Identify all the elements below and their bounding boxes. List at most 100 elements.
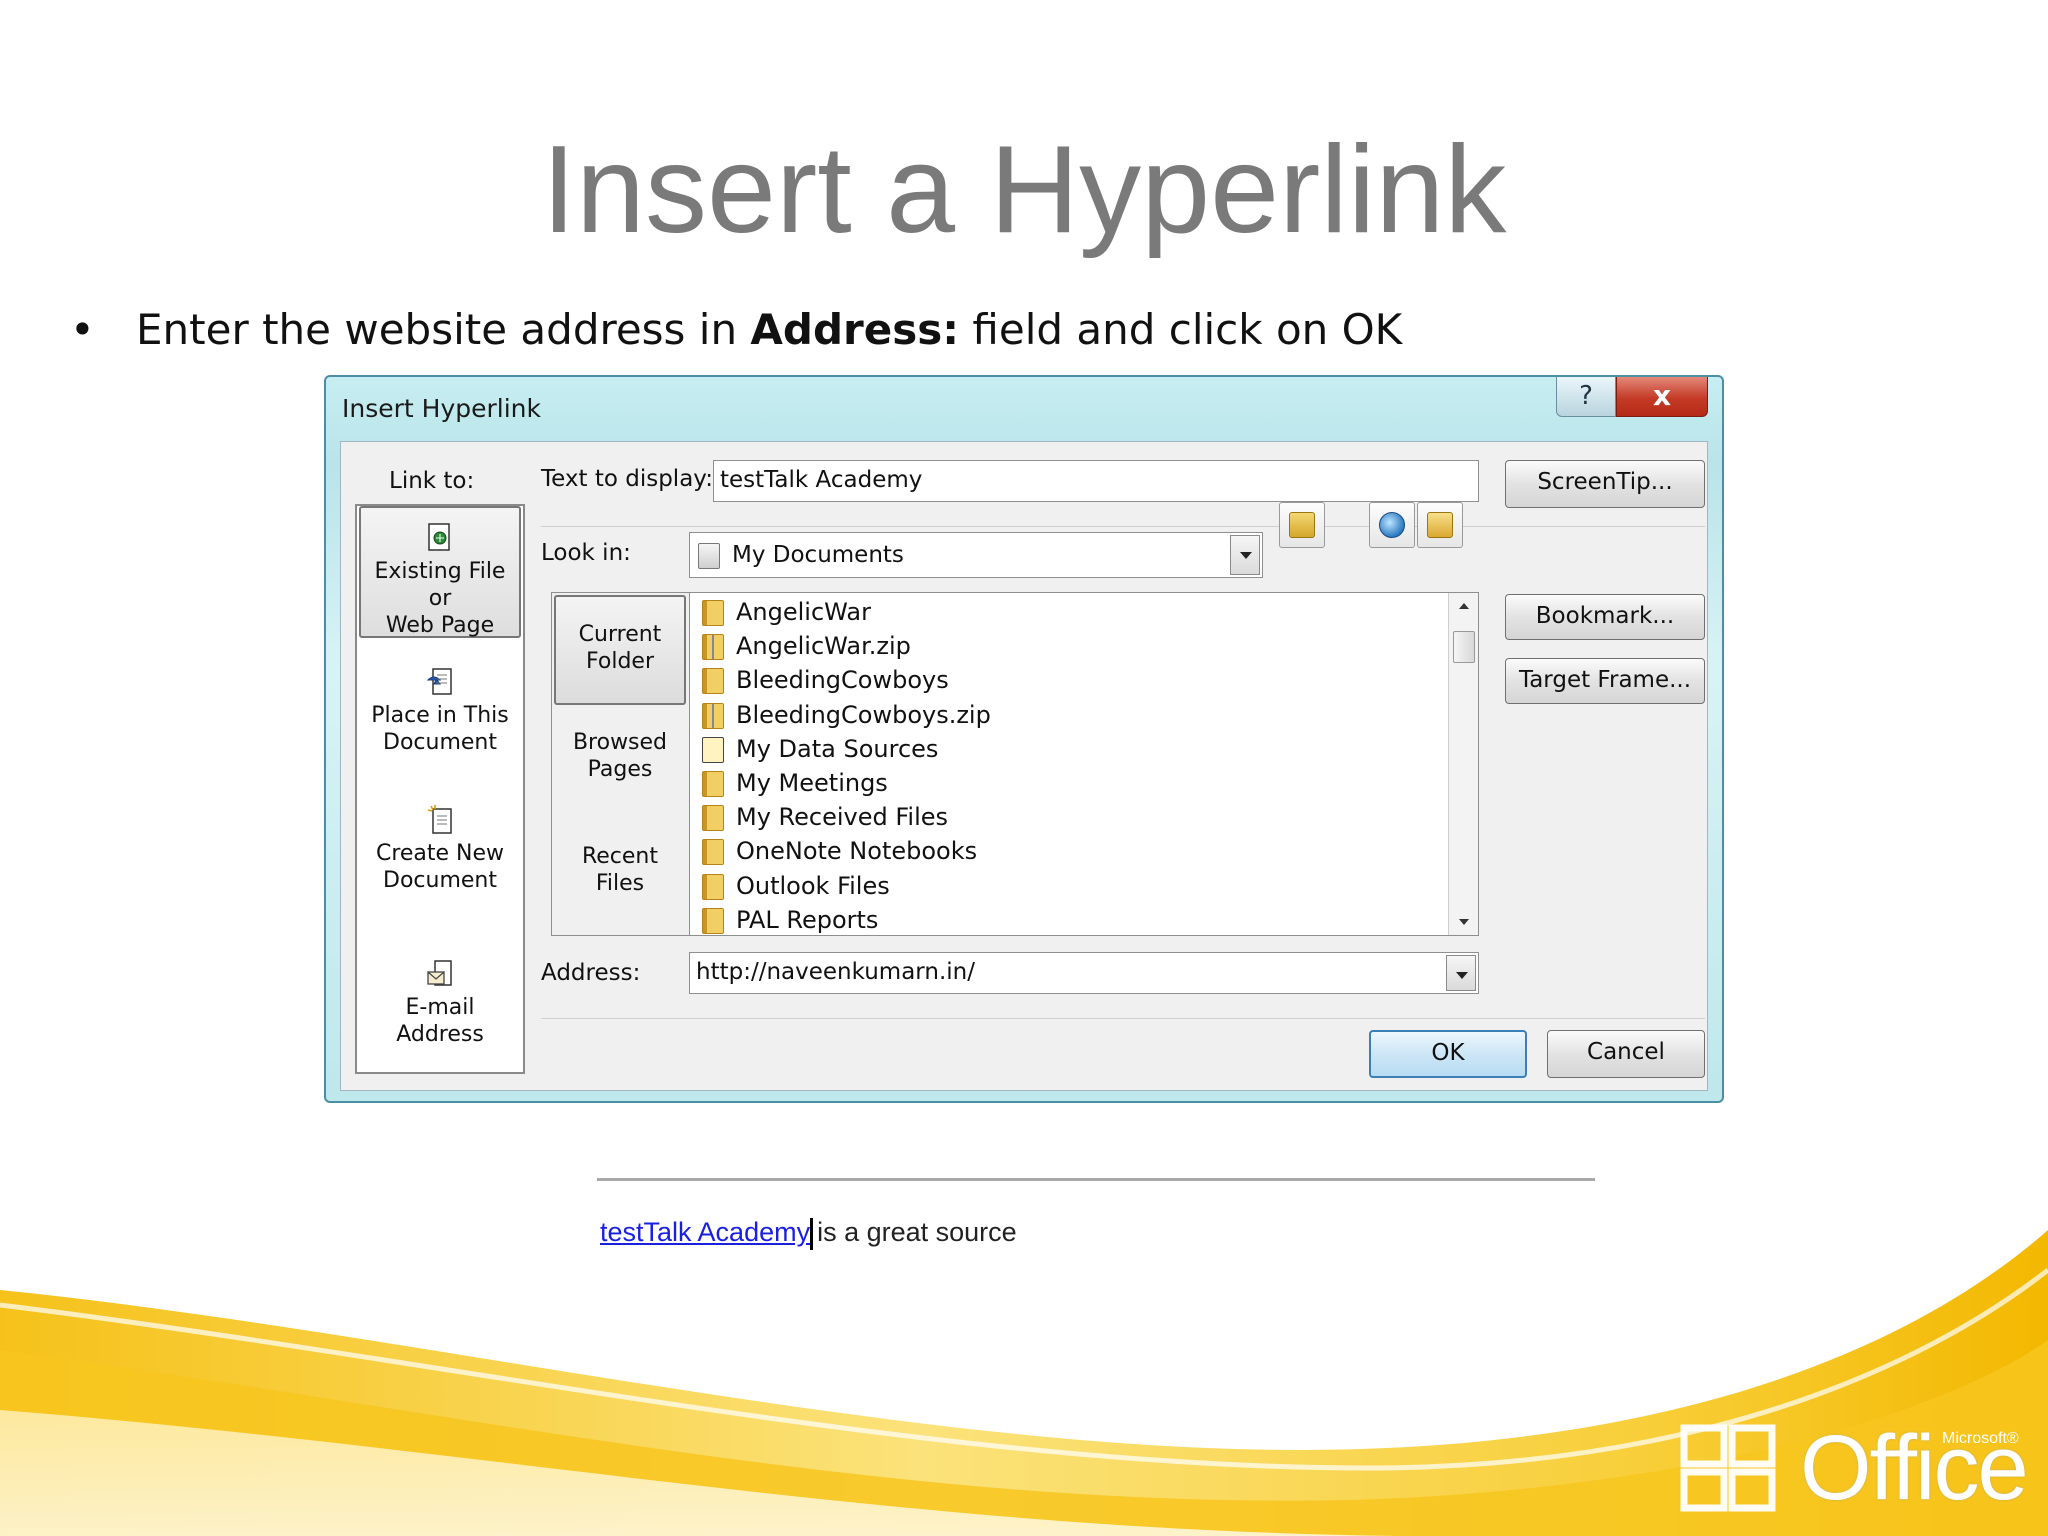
target-frame-button[interactable]: Target Frame...: [1505, 658, 1705, 704]
open-folder-icon: [1427, 512, 1453, 538]
file-name: BleedingCowboys: [736, 666, 949, 695]
cancel-button[interactable]: Cancel: [1547, 1030, 1705, 1078]
file-item[interactable]: OneNote Notebooks: [702, 834, 1442, 868]
file-name: My Data Sources: [736, 734, 939, 763]
folder-icon: [702, 873, 724, 900]
footer-separator: [541, 1018, 1705, 1019]
look-in-label: Look in:: [541, 540, 631, 566]
file-item[interactable]: PAL Reports: [702, 903, 1442, 937]
file-item[interactable]: BleedingCowboys: [702, 663, 1442, 697]
file-item[interactable]: BleedingCowboys.zip: [702, 698, 1442, 732]
existing-file-icon: [428, 523, 450, 551]
file-name: Outlook Files: [736, 871, 890, 900]
window-controls: ? x: [1556, 377, 1708, 419]
text-to-display-input[interactable]: testTalk Academy: [713, 460, 1479, 502]
office-logo-microsoft: Microsoft®: [1942, 1430, 2019, 1447]
file-list: AngelicWar AngelicWar.zip BleedingCowboy…: [702, 595, 1442, 937]
bullet-text-bold: Address:: [750, 305, 960, 354]
zip-folder-icon: [702, 634, 724, 661]
link-to-label: Link to:: [389, 468, 475, 494]
nav-browsed-line1: Browsed: [572, 730, 668, 755]
link-to-email-address[interactable]: E-mail Address: [359, 958, 521, 1047]
zip-folder-icon: [702, 702, 724, 729]
file-item[interactable]: Outlook Files: [702, 869, 1442, 903]
look-in-combobox[interactable]: My Documents: [689, 532, 1263, 578]
link-to-existing-line2: Web Page: [385, 613, 495, 638]
file-item[interactable]: My Meetings: [702, 766, 1442, 800]
help-button[interactable]: ?: [1556, 377, 1616, 417]
link-to-bar: Existing File or Web Page Place in This …: [355, 504, 525, 1074]
sample-divider: [597, 1178, 1595, 1181]
folder-icon: [702, 600, 724, 626]
scroll-thumb[interactable]: [1453, 631, 1475, 663]
nav-browsed-line2: Pages: [587, 757, 653, 782]
link-to-existing-file[interactable]: Existing File or Web Page: [359, 506, 521, 638]
address-combobox[interactable]: http://naveenkumarn.in/: [689, 952, 1479, 994]
file-list-scrollbar[interactable]: [1448, 593, 1478, 935]
nav-recent-files[interactable]: Recent Files: [554, 843, 686, 923]
place-in-document-icon: [426, 668, 452, 695]
bullet-dot: •: [70, 305, 95, 354]
file-name: BleedingCowboys.zip: [736, 700, 991, 729]
documents-folder-icon: [698, 542, 720, 569]
nav-recent-line2: Files: [595, 871, 645, 896]
address-label: Address:: [541, 960, 641, 986]
screentip-button[interactable]: ScreenTip...: [1505, 460, 1705, 508]
address-dropdown-arrow[interactable]: [1446, 955, 1476, 991]
slide-title: Insert a Hyperlink: [541, 121, 1507, 259]
nav-recent-line1: Recent: [581, 844, 659, 869]
browse-web-button[interactable]: [1369, 502, 1415, 548]
bookmark-button[interactable]: Bookmark...: [1505, 594, 1705, 640]
link-to-create-line1: Create New: [375, 841, 505, 866]
dialog-title: Insert Hyperlink: [342, 394, 541, 423]
browse-pane: Current Folder Browsed Pages Recent File…: [551, 592, 1479, 936]
file-name: OneNote Notebooks: [736, 837, 978, 866]
ok-button[interactable]: OK: [1369, 1030, 1527, 1078]
file-item[interactable]: My Received Files: [702, 800, 1442, 834]
scroll-down-arrow[interactable]: [1449, 909, 1479, 935]
insert-hyperlink-dialog: Insert Hyperlink ? x Link to: Existing F…: [324, 375, 1724, 1103]
bullet-text-pre: Enter the website address in: [136, 305, 751, 354]
file-name: PAL Reports: [736, 905, 879, 934]
link-to-create-line2: Document: [383, 868, 497, 893]
nav-current-line1: Current: [578, 622, 662, 647]
data-source-icon: [702, 736, 724, 763]
folder-icon: [702, 770, 724, 797]
link-to-place-line2: Document: [383, 730, 497, 755]
browse-file-button[interactable]: [1417, 502, 1463, 548]
folder-icon: [702, 907, 724, 934]
up-folder-icon: [1289, 512, 1315, 538]
file-name: My Meetings: [736, 768, 888, 797]
nav-current-folder[interactable]: Current Folder: [554, 595, 686, 705]
address-value: http://naveenkumarn.in/: [696, 959, 975, 985]
text-to-display-label: Text to display:: [541, 466, 713, 492]
bullet-text-post: field and click on OK: [959, 305, 1403, 354]
scroll-up-arrow[interactable]: [1449, 593, 1479, 619]
link-to-create-new-document[interactable]: Create New Document: [359, 804, 521, 904]
nav-current-line2: Folder: [586, 649, 654, 674]
file-name: AngelicWar.zip: [736, 632, 911, 661]
file-name: My Received Files: [736, 803, 949, 832]
up-one-folder-button[interactable]: [1279, 502, 1325, 548]
email-icon: [427, 960, 452, 986]
browse-nav: Current Folder Browsed Pages Recent File…: [552, 593, 690, 935]
create-new-document-icon: [427, 805, 452, 834]
header-separator: [541, 526, 1705, 527]
link-to-place-line1: Place in This: [371, 703, 509, 728]
file-item[interactable]: AngelicWar.zip: [702, 629, 1442, 663]
file-item[interactable]: AngelicWar: [702, 595, 1442, 629]
link-to-existing-line1: Existing File or: [374, 559, 506, 611]
link-to-email-line1: E-mail Address: [396, 995, 484, 1047]
file-item[interactable]: My Data Sources: [702, 732, 1442, 766]
folder-icon: [702, 805, 724, 832]
close-button[interactable]: x: [1616, 377, 1708, 417]
look-in-dropdown-arrow[interactable]: [1230, 535, 1260, 575]
link-to-place-in-document[interactable]: Place in This Document: [359, 666, 521, 766]
folder-icon: [702, 839, 724, 866]
instruction-bullet: • Enter the website address in Address: f…: [70, 300, 1402, 360]
file-name: AngelicWar: [736, 598, 871, 626]
dialog-body: Link to: Existing File or Web Page Place…: [340, 441, 1708, 1091]
nav-browsed-pages[interactable]: Browsed Pages: [554, 729, 686, 809]
folder-icon: [702, 668, 724, 695]
globe-search-icon: [1379, 512, 1405, 538]
